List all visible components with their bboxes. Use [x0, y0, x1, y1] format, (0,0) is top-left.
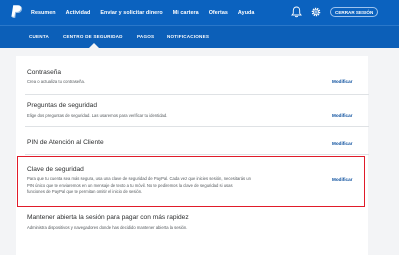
top-navigation-bar: Resumen Actividad Enviar y solicitar din…: [0, 0, 399, 25]
paypal-logo-icon[interactable]: [11, 5, 23, 20]
active-tab-indicator: [89, 43, 99, 48]
bell-icon[interactable]: [291, 6, 302, 18]
security-item-pin: PIN de Atención al Cliente Modificar: [16, 126, 368, 156]
tab-notificaciones[interactable]: NOTIFICACIONES: [167, 34, 209, 39]
tab-pagos[interactable]: PAGOS: [137, 34, 154, 39]
security-item-description: Crea o actualiza tu contraseña.: [27, 79, 85, 84]
divider: [25, 154, 369, 155]
gear-icon[interactable]: [310, 6, 322, 18]
nav-link-ofertas[interactable]: Ofertas: [209, 10, 228, 16]
nav-link-ayuda[interactable]: Ayuda: [238, 10, 255, 16]
security-item-questions: Preguntas de seguridad Elige dos pregunt…: [16, 94, 368, 126]
modify-pin-link[interactable]: Modificar: [332, 141, 352, 146]
security-item-title: Mantener abierta la sesión para pagar co…: [27, 214, 189, 221]
tab-cuenta[interactable]: CUENTA: [29, 34, 49, 39]
security-item-description: Administra dispositivos y navegadores do…: [27, 225, 188, 230]
nav-link-resumen[interactable]: Resumen: [31, 10, 56, 16]
security-item-stay-logged-in: Mantener abierta la sesión para pagar co…: [16, 208, 368, 255]
security-item-description: Elige dos preguntas de seguridad. Las us…: [27, 113, 168, 118]
logout-button-label: CERRAR SESIÓN: [335, 9, 374, 15]
security-item-title: Preguntas de seguridad: [27, 102, 98, 109]
nav-link-actividad[interactable]: Actividad: [66, 10, 91, 16]
logout-button[interactable]: CERRAR SESIÓN: [330, 7, 379, 17]
security-key-highlight-box: [17, 156, 365, 207]
nav-link-enviar-solicitar[interactable]: Enviar y solicitar dinero: [100, 10, 162, 16]
sub-navigation-bar: CUENTA CENTRO DE SEGURIDAD PAGOS NOTIFIC…: [0, 25, 399, 48]
modify-questions-link[interactable]: Modificar: [332, 113, 352, 118]
tab-centro-de-seguridad[interactable]: CENTRO DE SEGURIDAD: [63, 34, 123, 39]
security-item-title: Contraseña: [27, 69, 62, 76]
nav-link-mi-cartera[interactable]: Mi cartera: [173, 10, 199, 16]
modify-password-link[interactable]: Modificar: [332, 79, 352, 84]
security-item-title: PIN de Atención al Cliente: [27, 139, 104, 146]
main-nav-links: Resumen Actividad Enviar y solicitar din…: [31, 0, 264, 25]
security-item-password: Contraseña Crea o actualiza tu contraseñ…: [16, 56, 368, 94]
